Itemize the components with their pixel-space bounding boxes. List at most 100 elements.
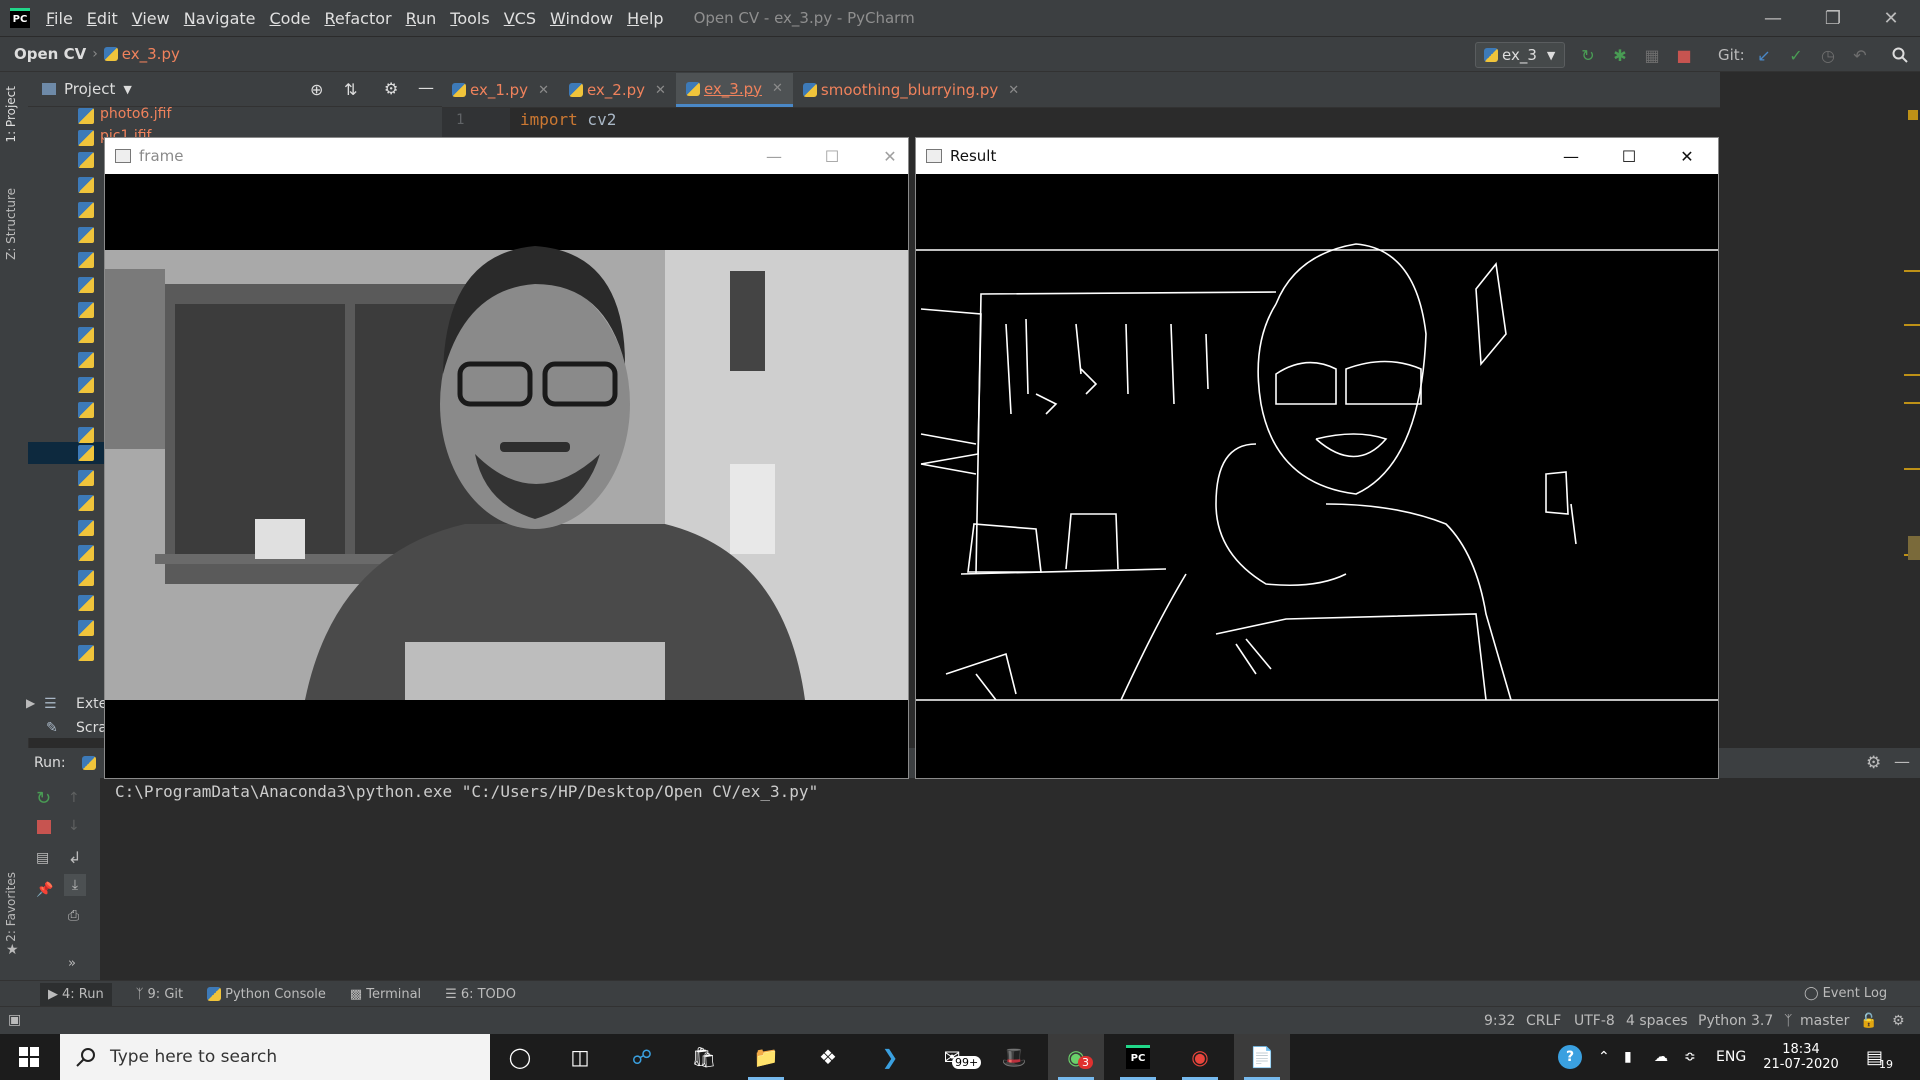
frame-window-titlebar[interactable]: frame — ☐ ✕ — [105, 138, 908, 174]
task-view-button[interactable]: ◫ — [552, 1034, 608, 1080]
indent-setting[interactable]: 4 spaces — [1626, 1013, 1688, 1029]
app-button[interactable]: 🎩 — [986, 1034, 1042, 1080]
lock-icon[interactable]: 🔓 — [1860, 1013, 1877, 1029]
code-line[interactable]: import cv2 — [520, 110, 616, 129]
locate-icon[interactable]: ⊕ — [310, 80, 323, 99]
frame-window[interactable]: frame — ☐ ✕ — [104, 137, 909, 779]
document-button[interactable]: 📄 — [1234, 1034, 1290, 1080]
warning-marker[interactable] — [1904, 402, 1920, 404]
git-rollback-button[interactable]: ↶ — [1850, 45, 1870, 65]
rerun-icon[interactable]: ↻ — [36, 788, 51, 809]
scroll-thumb[interactable] — [1908, 536, 1920, 560]
editor-tab-ex3[interactable]: ex_3.py ✕ — [675, 73, 793, 107]
clock[interactable]: 18:34 21-07-2020 — [1756, 1034, 1846, 1080]
soft-wrap-icon[interactable]: ↲ — [68, 848, 81, 867]
notification-center-button[interactable]: ▤ 19 — [1866, 1034, 1893, 1080]
menu-run[interactable]: Run — [406, 9, 437, 28]
menu-view[interactable]: View — [132, 9, 170, 28]
vscode-button[interactable]: ❯ — [862, 1034, 918, 1080]
python-interpreter[interactable]: Python 3.7 — [1698, 1013, 1773, 1029]
tab-terminal[interactable]: ▩ Terminal — [350, 987, 421, 1002]
layout-toggle-icon[interactable]: ▣ — [8, 1012, 21, 1028]
warning-marker[interactable] — [1904, 324, 1920, 326]
tab-structure[interactable]: Z: Structure — [4, 188, 18, 260]
caret-position[interactable]: 9:32 — [1484, 1013, 1515, 1029]
menu-file[interactable]: File — [46, 9, 73, 28]
file-encoding[interactable]: UTF-8 — [1574, 1013, 1615, 1029]
result-close-button[interactable]: ✕ — [1658, 138, 1716, 174]
menu-refactor[interactable]: Refactor — [324, 9, 391, 28]
result-minimize-button[interactable]: — — [1542, 138, 1600, 174]
tab-favorites[interactable]: 2: Favorites — [4, 872, 18, 942]
menu-window[interactable]: Window — [550, 9, 613, 28]
inspector-icon[interactable]: ⚙ — [1892, 1013, 1905, 1029]
collapse-all-icon[interactable]: ⇅ — [344, 80, 357, 99]
cortana-button[interactable]: ◯ — [492, 1034, 548, 1080]
start-button[interactable] — [0, 1034, 58, 1080]
gear-icon[interactable]: ⚙ — [384, 79, 398, 98]
frame-maximize-button[interactable]: ☐ — [803, 138, 861, 174]
menu-code[interactable]: Code — [270, 9, 311, 28]
tree-scratches[interactable]: Scra — [76, 720, 107, 736]
tab-todo[interactable]: ☰ 6: TODO — [445, 987, 516, 1002]
git-app-button[interactable]: ◉ 3 — [1048, 1034, 1104, 1080]
breadcrumb-project[interactable]: Open CV — [14, 45, 86, 63]
hide-icon[interactable]: — — [1894, 752, 1910, 771]
language-indicator[interactable]: ENG — [1716, 1034, 1746, 1080]
tree-external-libraries[interactable]: Exte — [76, 696, 107, 712]
git-update-button[interactable]: ↙ — [1754, 45, 1774, 65]
more-icon[interactable]: » — [68, 956, 76, 971]
show-hidden-icons-button[interactable]: ⌃ — [1598, 1034, 1610, 1080]
taskbar-search-box[interactable]: Type here to search — [60, 1034, 490, 1080]
tab-event-log[interactable]: ◯ Event Log — [1804, 986, 1887, 1001]
wifi-icon[interactable]: ≎ — [1684, 1034, 1696, 1080]
menu-edit[interactable]: Edit — [87, 9, 118, 28]
battery-icon[interactable]: ▮ — [1624, 1034, 1632, 1080]
search-everywhere-button[interactable] — [1890, 45, 1910, 65]
console-output[interactable]: C:\ProgramData\Anaconda3\python.exe "C:/… — [115, 782, 818, 801]
menu-tools[interactable]: Tools — [450, 9, 489, 28]
pycharm-taskbar-button[interactable]: PC — [1110, 1034, 1166, 1080]
result-window-titlebar[interactable]: Result — ☐ ✕ — [916, 138, 1718, 174]
onedrive-icon[interactable]: ☁ — [1654, 1034, 1668, 1080]
chrome-button[interactable]: ◉ — [1172, 1034, 1228, 1080]
gear-icon[interactable]: ⚙ — [1866, 753, 1881, 773]
tree-file-photo6[interactable]: photo6.jfif — [100, 106, 171, 122]
edge-button[interactable]: ☍ — [614, 1034, 670, 1080]
expand-arrow-icon[interactable]: ▶ — [26, 696, 35, 710]
close-tab-icon[interactable]: ✕ — [772, 81, 783, 96]
close-tab-icon[interactable]: ✕ — [655, 83, 666, 98]
run-configuration-select[interactable]: ex_3 ▼ — [1475, 42, 1565, 68]
layout-icon[interactable]: ▤ — [36, 850, 49, 866]
editor-tab-ex2[interactable]: ex_2.py ✕ — [559, 73, 676, 107]
tab-git[interactable]: ᛉ 9: Git — [136, 987, 183, 1002]
coverage-button[interactable]: ▦ — [1642, 45, 1662, 65]
frame-minimize-button[interactable]: — — [745, 138, 803, 174]
menu-help[interactable]: Help — [627, 9, 663, 28]
rerun-button[interactable]: ↻ — [1578, 45, 1598, 65]
minimize-button[interactable]: — — [1745, 0, 1801, 36]
result-window[interactable]: Result — ☐ ✕ — [915, 137, 1719, 779]
stop-icon[interactable] — [37, 820, 51, 834]
debug-button[interactable]: ✱ — [1610, 45, 1630, 65]
result-maximize-button[interactable]: ☐ — [1600, 138, 1658, 174]
print-icon[interactable]: ⎙ — [68, 908, 79, 924]
help-tray-icon[interactable]: ? — [1558, 1034, 1582, 1080]
tab-python-console[interactable]: Python Console — [207, 987, 326, 1002]
close-button[interactable]: ✕ — [1863, 0, 1919, 36]
restore-button[interactable]: ❐ — [1805, 0, 1861, 36]
git-commit-button[interactable]: ✓ — [1786, 45, 1806, 65]
git-history-button[interactable]: ◷ — [1818, 45, 1838, 65]
file-explorer-button[interactable]: 📁 — [738, 1034, 794, 1080]
hide-icon[interactable]: — — [418, 78, 434, 97]
git-branch[interactable]: master — [1800, 1013, 1849, 1029]
warning-marker[interactable] — [1904, 468, 1920, 470]
menu-vcs[interactable]: VCS — [504, 9, 536, 28]
project-panel-title[interactable]: Project — [64, 80, 115, 98]
pin-icon[interactable]: 📌 — [36, 882, 53, 898]
editor-tab-smoothing[interactable]: smoothing_blurrying.py ✕ — [793, 73, 1029, 107]
mail-button[interactable]: ✉ 99+ — [924, 1034, 982, 1080]
tab-run[interactable]: ▶ 4: Run — [40, 982, 112, 1006]
tab-project[interactable]: 1: Project — [4, 86, 18, 143]
warning-marker[interactable] — [1908, 110, 1918, 120]
